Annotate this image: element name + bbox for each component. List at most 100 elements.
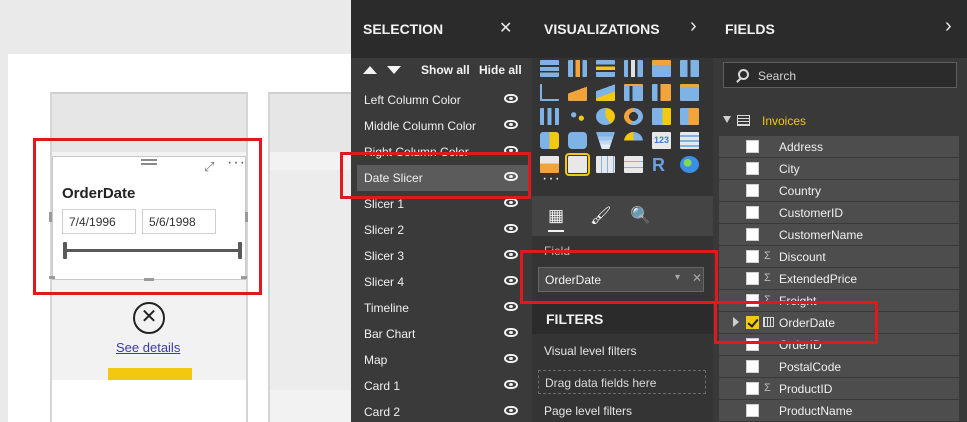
send-backward-icon[interactable] (387, 66, 401, 74)
selection-item[interactable]: Slicer 4 (357, 269, 528, 295)
resize-handle-left[interactable] (49, 212, 52, 222)
more-options-icon[interactable]: ··· (227, 154, 246, 172)
field-item[interactable]: City (719, 158, 959, 179)
range-handle-end[interactable] (238, 242, 242, 259)
field-checkbox[interactable] (746, 294, 759, 307)
search-input[interactable]: Search (723, 62, 957, 88)
close-icon[interactable]: ✕ (499, 18, 512, 38)
eye-icon[interactable] (504, 328, 518, 337)
selection-item[interactable]: Middle Column Color (357, 113, 528, 139)
field-item[interactable]: Σ ExtendedPrice (719, 268, 959, 289)
more-visuals-icon[interactable]: ··· (542, 170, 561, 188)
gauge-icon[interactable] (624, 132, 643, 149)
field-item[interactable]: Country (719, 180, 959, 201)
selection-item[interactable]: Slicer 3 (357, 243, 528, 269)
field-checkbox[interactable] (746, 404, 759, 417)
eye-icon[interactable] (504, 406, 518, 415)
eye-icon[interactable] (504, 146, 518, 155)
eye-icon[interactable] (504, 276, 518, 285)
field-item[interactable]: OrderID (719, 334, 959, 355)
resize-handle-bottom-left[interactable] (49, 276, 55, 279)
map-icon[interactable] (680, 108, 699, 125)
field-item[interactable]: Σ Discount (719, 246, 959, 267)
r-visual-icon[interactable]: R (652, 156, 671, 174)
clustered-bar-chart-icon[interactable] (596, 60, 615, 77)
resize-handle-right[interactable] (245, 212, 248, 222)
field-checkbox[interactable] (746, 162, 759, 175)
stacked-column-chart-icon[interactable] (568, 60, 587, 77)
slicer-icon[interactable] (565, 153, 590, 176)
filter-drop-zone[interactable]: Drag data fields here (538, 370, 706, 394)
field-checkbox[interactable] (746, 338, 759, 351)
full-stacked-bar-icon[interactable] (652, 60, 671, 77)
selection-item[interactable]: Card 2 (357, 399, 528, 422)
selection-item[interactable]: Left Column Color (357, 87, 528, 113)
chevron-right-icon[interactable]: › (690, 15, 697, 38)
field-item-orderdate[interactable]: OrderDate (719, 312, 959, 333)
clustered-column-chart-icon[interactable] (624, 60, 643, 77)
bring-forward-icon[interactable] (363, 66, 377, 74)
expand-icon[interactable] (723, 116, 731, 123)
field-item[interactable]: Σ Freight (719, 290, 959, 311)
chevron-right-icon[interactable]: › (945, 15, 952, 38)
expand-hierarchy-icon[interactable] (733, 317, 739, 327)
resize-handle-bottom-right[interactable] (241, 276, 247, 279)
chevron-down-icon[interactable]: ▾ (675, 272, 680, 283)
field-checkbox[interactable] (746, 206, 759, 219)
format-tab-icon[interactable]: 🖌 (590, 206, 612, 226)
date-from-input[interactable]: 7/4/1996 (62, 209, 136, 234)
full-stacked-column-icon[interactable] (680, 60, 699, 77)
field-well[interactable]: OrderDate ▾ ✕ (538, 267, 704, 292)
selection-item[interactable]: Slicer 1 (357, 191, 528, 217)
field-checkbox[interactable] (746, 228, 759, 241)
field-item[interactable]: Σ ProductID (719, 378, 959, 399)
selection-item[interactable]: Slicer 2 (357, 217, 528, 243)
line-column-chart-icon[interactable] (624, 84, 643, 101)
field-checkbox[interactable] (746, 360, 759, 373)
field-checkbox[interactable] (746, 382, 759, 395)
field-item[interactable]: CustomerName (719, 224, 959, 245)
multi-row-card-icon[interactable] (680, 132, 699, 149)
selection-item[interactable]: Timeline (357, 295, 528, 321)
stacked-bar-chart-icon[interactable] (540, 60, 559, 77)
waterfall-chart-icon[interactable] (540, 108, 559, 125)
close-icon[interactable]: ✕ (133, 302, 165, 334)
card-icon[interactable]: 123 (652, 132, 671, 149)
eye-icon[interactable] (504, 250, 518, 259)
field-checkbox[interactable] (746, 250, 759, 263)
table-invoices[interactable]: Invoices (719, 110, 959, 132)
drag-grip-icon[interactable] (141, 159, 157, 165)
field-item[interactable]: ProductName (719, 400, 959, 421)
selection-item[interactable]: Date Slicer (357, 165, 528, 191)
field-checkbox[interactable] (746, 272, 759, 285)
scatter-chart-icon[interactable] (568, 108, 587, 125)
eye-icon[interactable] (504, 120, 518, 129)
date-to-input[interactable]: 5/6/1998 (142, 209, 216, 234)
fields-tab-icon[interactable]: ▦ (548, 206, 565, 232)
hide-all-button[interactable]: Hide all (479, 63, 522, 77)
pie-chart-icon[interactable] (596, 108, 615, 125)
shape-map-icon[interactable] (568, 132, 587, 149)
eye-icon[interactable] (504, 198, 518, 207)
selection-item[interactable]: Right Column Color (357, 139, 528, 165)
funnel-icon[interactable] (596, 132, 615, 149)
donut-chart-icon[interactable] (624, 108, 643, 125)
field-checkbox-checked[interactable] (746, 316, 759, 329)
line-stacked-column-icon[interactable] (652, 84, 671, 101)
eye-icon[interactable] (504, 380, 518, 389)
see-details-link[interactable]: See details (116, 340, 180, 355)
area-chart-icon[interactable] (568, 84, 587, 101)
show-all-button[interactable]: Show all (421, 63, 470, 77)
treemap-icon[interactable] (652, 108, 671, 125)
eye-icon[interactable] (504, 302, 518, 311)
filled-map-icon[interactable] (540, 132, 559, 149)
field-item[interactable]: CustomerID (719, 202, 959, 223)
eye-icon[interactable] (504, 354, 518, 363)
stacked-area-chart-icon[interactable] (596, 84, 615, 101)
range-handle-start[interactable] (63, 242, 67, 259)
resize-handle-bottom[interactable] (144, 278, 154, 281)
focus-mode-icon[interactable]: ⤢ (204, 159, 214, 175)
table-icon[interactable] (596, 156, 615, 173)
analytics-tab-icon[interactable]: 🔍 (630, 206, 651, 226)
field-item[interactable]: PostalCode (719, 356, 959, 377)
